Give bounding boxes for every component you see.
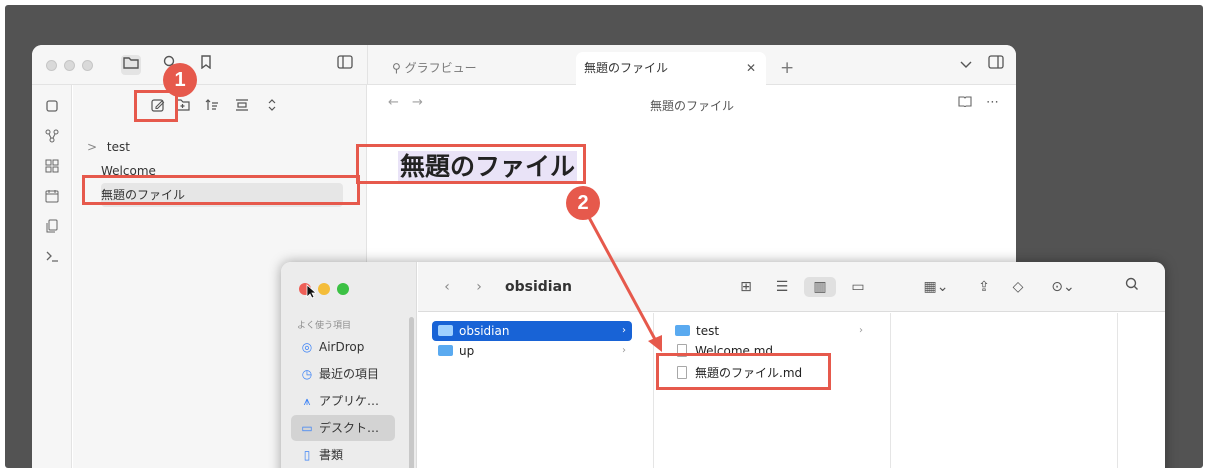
annotation-arrow (583, 209, 662, 352)
screenshot-frame: ⚲ グラフビュー 無題のファイル ✕ + > test Welcome 無題のフ… (0, 0, 1208, 473)
step-badge-2: 2 (566, 186, 600, 220)
desktop-backdrop: ⚲ グラフビュー 無題のファイル ✕ + > test Welcome 無題のフ… (5, 5, 1203, 468)
